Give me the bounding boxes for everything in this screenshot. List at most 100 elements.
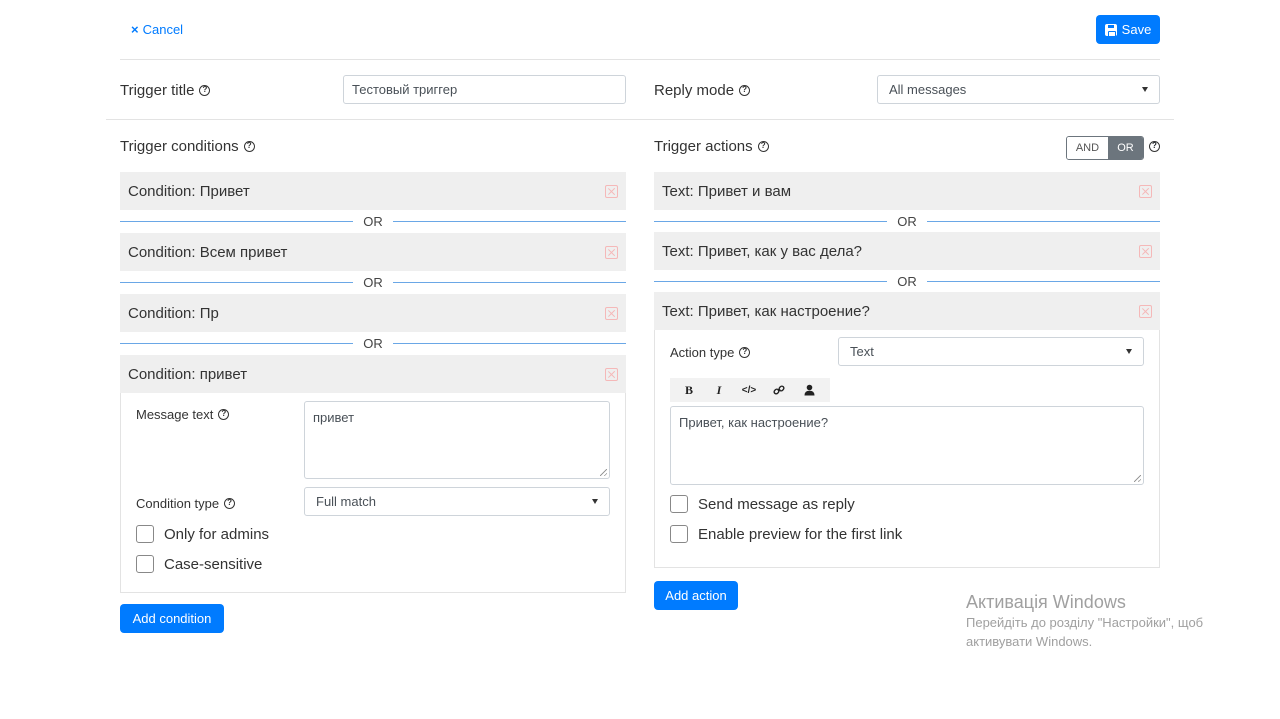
or-label: OR: [363, 274, 383, 290]
toggle-or-label: OR: [1117, 142, 1134, 154]
condition-row[interactable]: Condition: Пр: [120, 294, 626, 332]
section-divider: [106, 119, 1174, 120]
condition-type-select[interactable]: Full match: [304, 487, 610, 516]
condition-type-text: Condition type: [136, 496, 220, 511]
code-button[interactable]: </>: [734, 378, 764, 402]
help-icon[interactable]: ?: [218, 409, 230, 420]
checkbox-box[interactable]: [136, 525, 154, 543]
top-divider: [120, 59, 1160, 60]
or-label: OR: [363, 335, 383, 351]
condition-row[interactable]: Condition: Привет: [120, 172, 626, 210]
add-action-label: Add action: [665, 588, 727, 603]
cancel-link[interactable]: × Cancel: [131, 22, 183, 37]
floppy-disk-icon: [1104, 23, 1117, 37]
help-icon[interactable]: ?: [199, 85, 211, 96]
condition-label: Condition: Пр: [128, 304, 219, 322]
remove-icon[interactable]: [1139, 244, 1152, 258]
enable-preview-label: Enable preview for the first link: [698, 525, 903, 543]
conditions-list: Condition: Привет OR Condition: Всем при…: [120, 172, 626, 593]
enable-preview-checkbox[interactable]: Enable preview for the first link: [670, 525, 902, 543]
trigger-title-input[interactable]: Тестовый триггер: [343, 75, 626, 104]
trigger-title-value: Тестовый триггер: [352, 82, 458, 97]
help-icon[interactable]: ?: [224, 498, 236, 509]
case-sensitive-label: Case-sensitive: [164, 555, 263, 573]
add-action-button[interactable]: Add action: [654, 581, 738, 610]
action-row-expanded[interactable]: Text: Привет, как настроение?: [654, 292, 1160, 330]
condition-row-expanded[interactable]: Condition: привет: [120, 355, 626, 393]
remove-icon[interactable]: [605, 184, 618, 198]
checkbox-box[interactable]: [670, 495, 688, 513]
remove-icon[interactable]: [1139, 304, 1152, 318]
or-label: OR: [363, 213, 383, 229]
message-text-label: Message text ?: [136, 407, 230, 422]
reply-mode-select[interactable]: All messages: [877, 75, 1160, 104]
trigger-actions-heading: Trigger actions ?: [654, 138, 769, 155]
message-text-text: Message text: [136, 407, 214, 422]
add-condition-button[interactable]: Add condition: [120, 604, 224, 633]
action-text-value: Привет, как настроение?: [679, 415, 829, 430]
mention-button[interactable]: [794, 378, 824, 402]
chevron-down-icon: [592, 499, 598, 504]
or-separator: OR: [120, 274, 626, 290]
or-label: OR: [897, 213, 917, 229]
add-condition-label: Add condition: [132, 611, 212, 626]
help-icon[interactable]: ?: [757, 141, 769, 152]
resize-handle-icon[interactable]: [600, 469, 607, 476]
bold-icon: B: [684, 382, 693, 397]
or-separator: OR: [654, 213, 1160, 229]
code-icon: </>: [741, 384, 757, 396]
action-type-select[interactable]: Text: [838, 337, 1144, 366]
condition-type-label: Condition type ?: [136, 496, 236, 511]
help-icon[interactable]: ?: [1149, 141, 1160, 152]
link-button[interactable]: [764, 378, 794, 402]
trigger-conditions-heading: Trigger conditions ?: [120, 138, 255, 155]
action-label: Text: Привет, как у вас дела?: [662, 242, 863, 260]
action-type-label: Action type ?: [670, 345, 751, 360]
or-separator: OR: [120, 213, 626, 229]
only-admins-label: Only for admins: [164, 525, 270, 543]
toggle-or[interactable]: OR: [1107, 137, 1143, 159]
remove-icon[interactable]: [605, 306, 618, 320]
toggle-and[interactable]: AND: [1067, 137, 1108, 159]
message-text-value: привет: [313, 410, 355, 425]
help-icon[interactable]: ?: [739, 347, 751, 358]
only-admins-checkbox[interactable]: Only for admins: [136, 525, 269, 543]
and-or-toggle: AND OR: [1066, 136, 1144, 160]
bold-button[interactable]: B: [674, 378, 704, 402]
action-row[interactable]: Text: Привет, как у вас дела?: [654, 232, 1160, 270]
help-icon[interactable]: ?: [243, 141, 255, 152]
or-separator: OR: [120, 335, 626, 351]
message-text-input[interactable]: привет: [304, 401, 610, 479]
condition-type-value: Full match: [316, 494, 376, 509]
resize-handle-icon[interactable]: [1134, 475, 1141, 482]
action-editor-panel: Action type ? Text B I </> Привет, как н…: [654, 330, 1160, 568]
condition-row[interactable]: Condition: Всем привет: [120, 233, 626, 271]
condition-label: Condition: Привет: [128, 182, 250, 200]
remove-icon[interactable]: [605, 245, 618, 259]
save-button[interactable]: Save: [1096, 15, 1160, 44]
help-icon[interactable]: ?: [739, 85, 751, 96]
action-type-value: Text: [850, 344, 874, 359]
chevron-down-icon: [1126, 349, 1132, 354]
trigger-actions-text: Trigger actions: [654, 138, 753, 155]
watermark-title: Активація Windows: [966, 592, 1126, 612]
remove-icon[interactable]: [1139, 184, 1152, 198]
case-sensitive-checkbox[interactable]: Case-sensitive: [136, 555, 262, 573]
send-as-reply-label: Send message as reply: [698, 495, 855, 513]
reply-mode-text: Reply mode: [654, 82, 735, 99]
condition-label: Condition: Всем привет: [128, 243, 288, 261]
actions-list: Text: Привет и вам OR Text: Привет, как …: [654, 172, 1160, 568]
checkbox-box[interactable]: [670, 525, 688, 543]
action-row[interactable]: Text: Привет и вам: [654, 172, 1160, 210]
remove-icon[interactable]: [605, 367, 618, 381]
italic-button[interactable]: I: [704, 378, 734, 402]
action-label: Text: Привет, как настроение?: [662, 302, 870, 320]
reply-mode-label: Reply mode ?: [654, 82, 751, 99]
save-label: Save: [1121, 22, 1152, 37]
condition-label: Condition: привет: [128, 365, 248, 383]
send-as-reply-checkbox[interactable]: Send message as reply: [670, 495, 855, 513]
checkbox-box[interactable]: [136, 555, 154, 573]
or-label: OR: [897, 273, 917, 289]
action-text-editor[interactable]: Привет, как настроение?: [670, 406, 1144, 485]
watermark-line-1: Перейдіть до розділу "Настройки", щоб: [966, 615, 1204, 630]
